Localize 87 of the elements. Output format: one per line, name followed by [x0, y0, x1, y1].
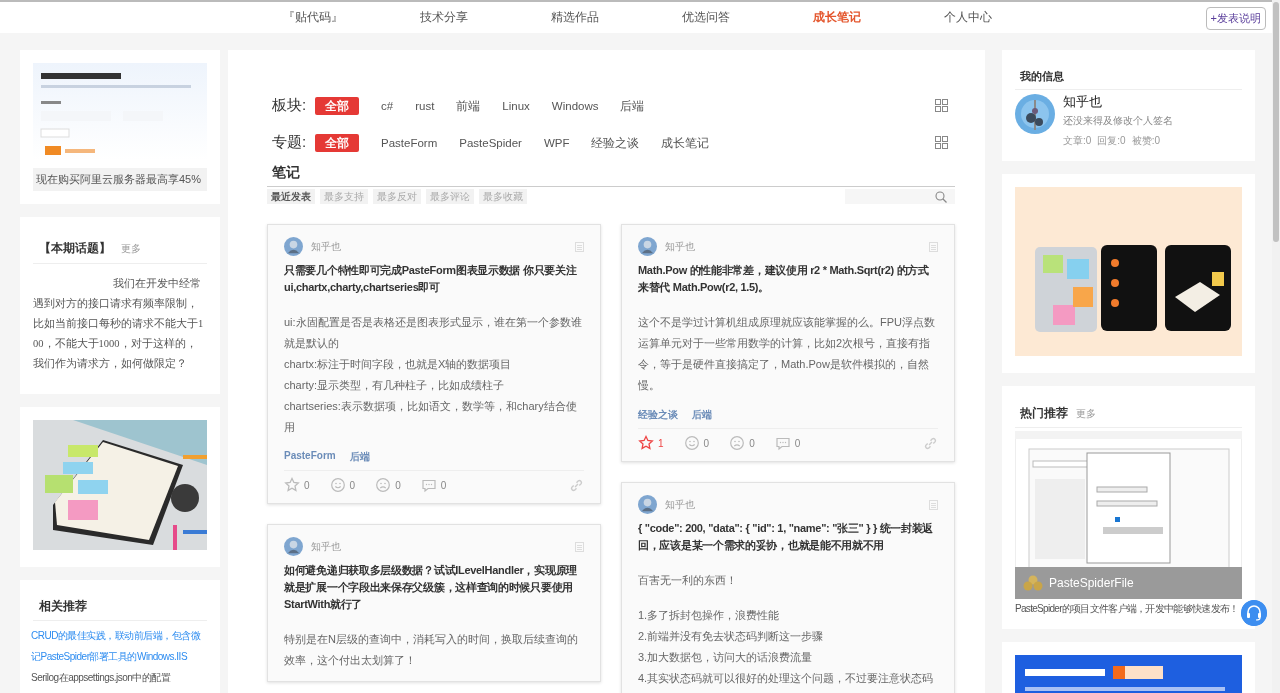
document-icon[interactable] — [575, 241, 584, 252]
stat-text: 文章:0 — [1063, 134, 1092, 148]
filter-option[interactable]: WPF — [543, 133, 570, 152]
link-icon[interactable] — [923, 435, 938, 451]
filter-option[interactable]: Windows — [551, 96, 599, 115]
note-title[interactable]: { "code": 200, "data": { "id": 1, "name": "张三" } } 统一封装返回，应该是某一个需求的妥协，也就是能不用就不用 — [638, 520, 938, 554]
filter-option[interactable]: 全部 — [315, 133, 359, 152]
note-text: chartx:标注于时间字段，也就是X轴的数据项目 — [284, 357, 513, 372]
description: PasteSpider的项目文件客户端，开发中能够快速发布！； — [1015, 602, 1242, 616]
filter-option[interactable]: c# — [381, 96, 394, 115]
avatar[interactable] — [638, 237, 657, 256]
filter-option[interactable]: Linux — [502, 96, 530, 115]
document-icon[interactable] — [929, 241, 938, 252]
note-text: 2.前端并没有免去状态码判断这一步骤 — [638, 629, 825, 644]
star-icon[interactable] — [638, 435, 654, 451]
section-title: 相关推荐 — [39, 598, 87, 615]
count: 0 — [395, 479, 401, 491]
comment-icon[interactable] — [774, 435, 791, 451]
filter-option[interactable]: rust — [415, 96, 435, 115]
star-icon[interactable] — [284, 477, 300, 493]
article-link[interactable]: 记PasteSpider部署工具的Windows.IIS — [31, 646, 209, 667]
scrollbar-thumb[interactable] — [1273, 2, 1279, 242]
count: 0 — [749, 437, 755, 449]
sort-tab[interactable]: 最近发表 — [267, 189, 315, 204]
section-title: 热门推荐 — [1020, 405, 1068, 422]
filter-label: 专题: — [272, 133, 308, 152]
nav-link[interactable]: 优选问答 — [640, 2, 771, 33]
smile-icon[interactable] — [683, 435, 700, 451]
note-title[interactable]: Math.Pow 的性能非常差，建议使用 r2 * Math.Sqrt(r2) 的方式来替代 Math.Pow(r2, 1.5)。 — [638, 262, 938, 296]
filter-option[interactable]: PasteSpider — [459, 133, 522, 152]
article-link[interactable]: CRUD的最佳实践，联动前后端，包含微 — [31, 625, 209, 646]
filter-option[interactable]: PasteForm — [381, 133, 438, 152]
nav-link[interactable]: 个人中心 — [902, 2, 1033, 33]
stat-text: 被赞:0 — [1131, 134, 1161, 148]
nav-link[interactable]: 技术分享 — [378, 2, 509, 33]
note-text: 1.多了拆封包操作，浪费性能 — [638, 608, 781, 623]
filter-label: 板块: — [272, 96, 308, 115]
search-field[interactable] — [845, 189, 955, 204]
count: 0 — [304, 479, 310, 491]
note-text: chartseries:表示数据项，比如语文，数学等，和chary结合使用 — [284, 399, 578, 435]
note-text: charty:显示类型，有几种柱子，比如成绩柱子 — [284, 378, 505, 393]
avatar[interactable] — [284, 237, 303, 256]
link-icon[interactable] — [569, 477, 584, 493]
document-icon[interactable] — [575, 541, 584, 552]
filter-option[interactable]: 前端 — [456, 96, 481, 115]
nav-link[interactable]: 精选作品 — [509, 2, 640, 33]
frown-icon[interactable] — [729, 435, 746, 451]
search-icon[interactable] — [935, 190, 947, 203]
count: 0 — [349, 479, 356, 491]
ad-caption: 现在购买阿里云服务器最高享45% — [33, 168, 207, 191]
section-title: 我的信息 — [1020, 69, 1064, 84]
count: 1 — [658, 437, 664, 449]
note-text: 3.加大数据包，访问大的话浪费流量 — [638, 650, 814, 665]
note-text: 百害无一利的东西！ — [638, 573, 738, 588]
note-text: 特别是在N层级的查询中，消耗写入的时间，换取后续查询的效率，这个付出太划算了！ — [284, 632, 579, 668]
note-text: 这个不是学过计算机组成原理就应该能掌握的么。FPU浮点数运算单元对于一些常用数学的计算，比如2次根号，直接有指令，等于是硬件直接搞定了，Math.Pow是软件模拟的，自然慢。 — [638, 315, 936, 393]
nav-link[interactable]: 成长笔记 — [771, 2, 902, 33]
headset-icon[interactable] — [1241, 600, 1267, 626]
count: 0 — [703, 437, 710, 449]
filter-option[interactable]: 后端 — [620, 96, 645, 115]
publish-button[interactable]: +发表说明 — [1205, 7, 1266, 30]
smile-icon[interactable] — [329, 477, 346, 493]
comment-icon[interactable] — [420, 477, 437, 493]
signature: 还没来得及修改个人签名 — [1063, 114, 1173, 128]
topic-text: 我们在开发中经常遇到对方的接口请求有频率限制，比如当前接口每秒的请求不能大于100，不能大于1000，对于这样的，我们作为请求方，如何做限定？ — [33, 277, 205, 371]
note-title[interactable]: 只需要几个特性即可完成PasteForm图表显示数据 你只要关注ui,chartx,charty,chartseries即可 — [284, 262, 584, 296]
frown-icon[interactable] — [375, 477, 392, 493]
note-title[interactable]: 如何避免递归获取多层级数据？试试ILevelHandler，实现原理就是扩展一个字段出来保存父级簇，这样查询的时候只要使用StartWith就行了 — [284, 562, 584, 613]
count: 0 — [794, 437, 801, 449]
stat-text: 回复:0 — [1097, 134, 1126, 148]
user-name: 知乎也 — [1063, 94, 1103, 111]
filter-option[interactable]: 成长笔记 — [661, 133, 710, 152]
section-title: 笔记 — [272, 164, 301, 182]
grid-icon[interactable] — [935, 99, 948, 112]
picture-caption: PasteSpiderFile — [1049, 576, 1134, 590]
avatar[interactable] — [638, 495, 657, 514]
note-text: 4.其实状态码就可以很好的处理这个问题，不过要注意状态码 — [638, 671, 935, 686]
filter-option[interactable]: 全部 — [315, 96, 359, 115]
avatar[interactable] — [284, 537, 303, 556]
count: 0 — [440, 479, 447, 491]
filter-option[interactable]: 经验之谈 — [591, 133, 640, 152]
nav-link[interactable]: 『贴代码』 — [247, 2, 378, 33]
grid-icon[interactable] — [935, 136, 948, 149]
article-link[interactable]: Serilog在appsettings.json中的配置 — [31, 667, 209, 688]
logo-icon — [1023, 575, 1043, 591]
section-title: 【本期话题】 — [39, 240, 111, 257]
document-icon[interactable] — [929, 499, 938, 510]
